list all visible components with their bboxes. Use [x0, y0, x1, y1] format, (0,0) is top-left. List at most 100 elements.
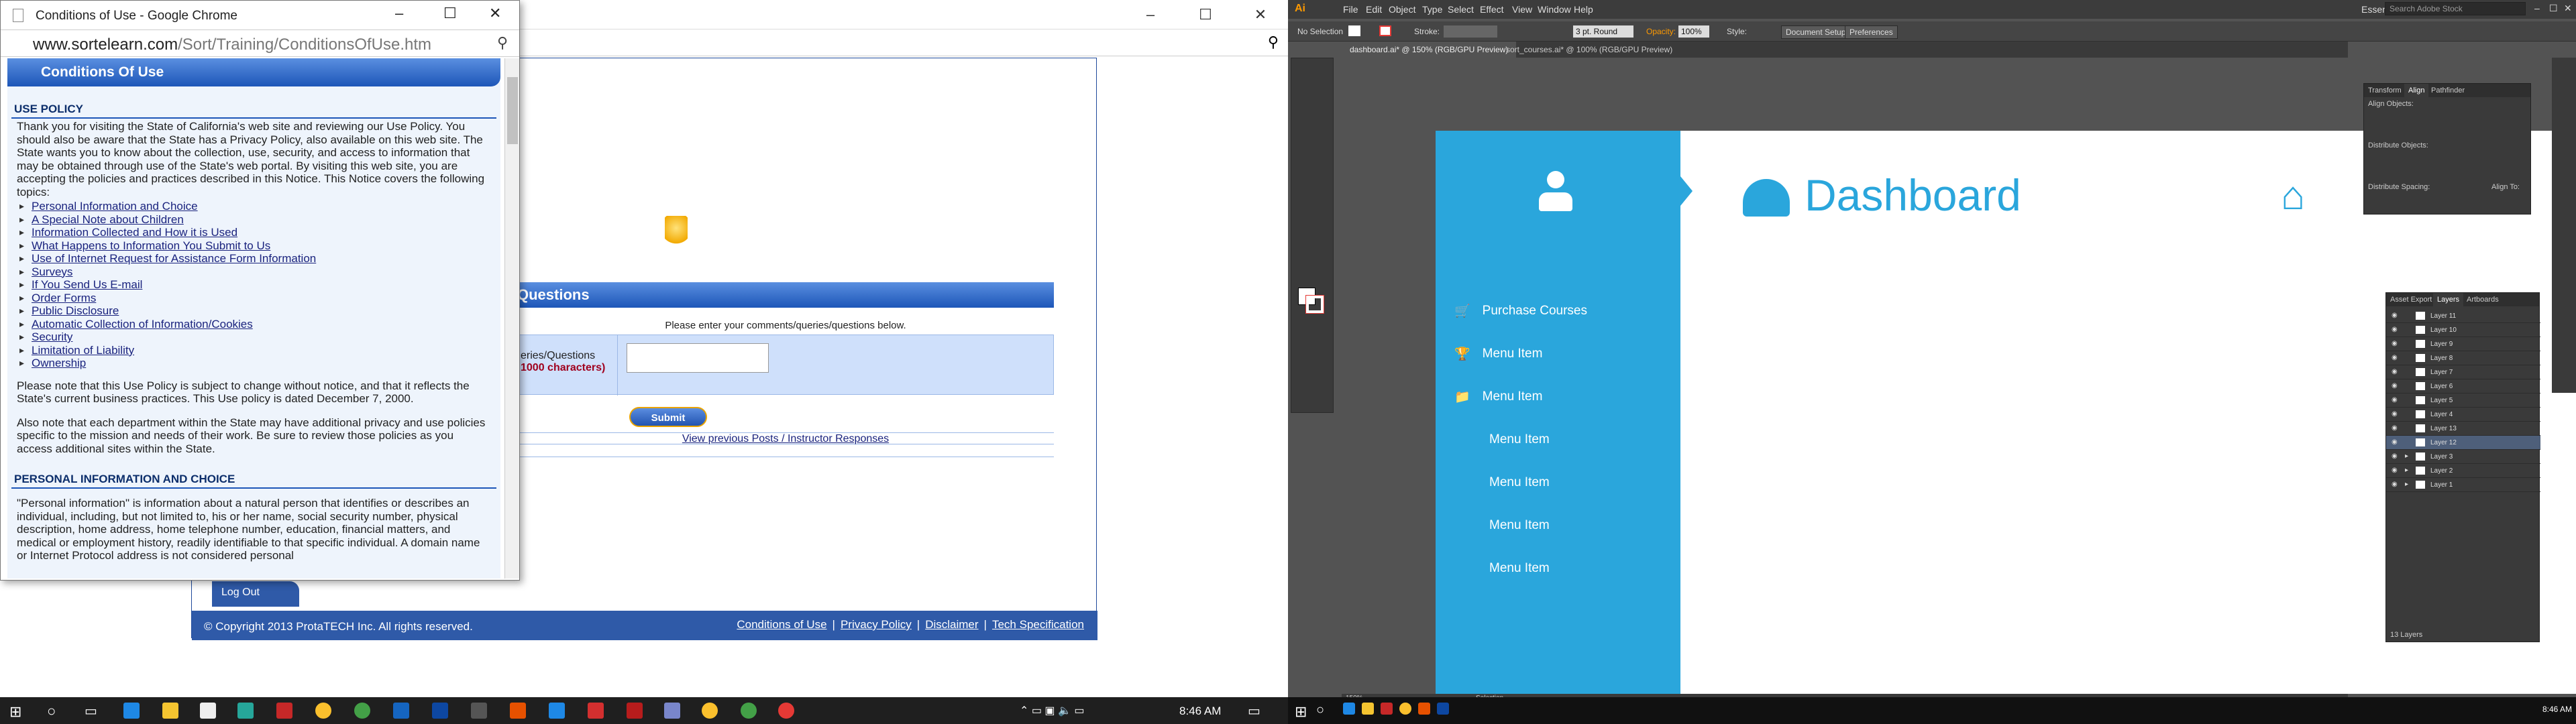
app-icon[interactable]: [588, 703, 604, 719]
menu-item[interactable]: Menu Item: [1489, 518, 1550, 533]
app-icon[interactable]: [237, 703, 254, 719]
topic-link[interactable]: Automatic Collection of Information/Cook…: [32, 318, 253, 330]
scrollbar-thumb[interactable]: [507, 77, 518, 144]
tab-asset-export[interactable]: Asset Export: [2390, 296, 2432, 304]
menu-effect[interactable]: Effect: [1480, 4, 1504, 15]
tab-align[interactable]: Align: [2404, 84, 2429, 97]
file-explorer-icon[interactable]: [1362, 703, 1374, 715]
app-icon[interactable]: [778, 703, 794, 719]
topic-link[interactable]: Order Forms: [32, 292, 96, 304]
layer-row[interactable]: ◉ Layer 9: [2386, 337, 2540, 351]
layer-row[interactable]: ◉ Layer 7: [2386, 365, 2540, 379]
windows-start-icon[interactable]: ⊞: [9, 703, 21, 721]
visibility-icon[interactable]: ◉: [2392, 354, 2398, 361]
topic-link[interactable]: Public Disclosure: [32, 304, 119, 317]
clock[interactable]: 8:46 AM: [1179, 705, 1221, 718]
layer-row[interactable]: ◉ Layer 11: [2386, 309, 2540, 323]
logout-button[interactable]: Log Out: [212, 581, 299, 607]
expand-icon[interactable]: ▸: [2405, 467, 2408, 474]
visibility-icon[interactable]: ◉: [2392, 452, 2398, 460]
menu-item[interactable]: Menu Item: [1489, 475, 1550, 490]
topic-link[interactable]: Ownership: [32, 357, 86, 369]
questions-textarea[interactable]: [627, 343, 769, 373]
document-setup-button[interactable]: Document Setup: [1781, 25, 1851, 39]
menu-item[interactable]: Menu Item: [1489, 432, 1550, 447]
terminal-icon[interactable]: [471, 703, 487, 719]
menu-edit[interactable]: Edit: [1366, 4, 1382, 15]
popup-address-bar[interactable]: www.sortelearn.com/Sort/Training/Conditi…: [1, 30, 519, 57]
footer-link-disclaimer[interactable]: Disclaimer: [925, 618, 978, 631]
edge-icon[interactable]: [1343, 703, 1355, 715]
search-icon[interactable]: ○: [47, 703, 56, 720]
topic-link[interactable]: Limitation of Liability: [32, 344, 134, 357]
file-explorer-icon[interactable]: [162, 703, 178, 719]
layer-row[interactable]: ◉ ▸ Layer 2: [2386, 464, 2540, 478]
stroke-profile[interactable]: 3 pt. Round: [1573, 25, 1633, 38]
list-item[interactable]: A Special Note about Children: [17, 213, 491, 227]
menu-view[interactable]: View: [1512, 4, 1532, 15]
tab-dashboard[interactable]: dashboard.ai* @ 150% (RGB/GPU Preview): [1342, 42, 1517, 58]
tab-transform[interactable]: Transform: [2368, 86, 2402, 95]
minimize-icon[interactable]: –: [395, 5, 403, 22]
layer-row-selected[interactable]: ◉ Layer 12: [2386, 436, 2540, 450]
visibility-icon[interactable]: ◉: [2392, 368, 2398, 375]
topic-link[interactable]: What Happens to Information You Submit t…: [32, 239, 270, 252]
list-item[interactable]: What Happens to Information You Submit t…: [17, 239, 491, 253]
list-item[interactable]: Ownership: [17, 357, 491, 370]
previous-posts-link[interactable]: View previous Posts / Instructor Respons…: [517, 432, 1054, 444]
visibility-icon[interactable]: ◉: [2392, 326, 2398, 333]
footer-link-tech-spec[interactable]: Tech Specification: [992, 618, 1084, 631]
windows-start-icon[interactable]: ⊞: [1295, 703, 1307, 721]
app-icon[interactable]: [741, 703, 757, 719]
layer-row[interactable]: ◉ Layer 10: [2386, 323, 2540, 337]
topic-link[interactable]: If You Send Us E-mail: [32, 278, 142, 291]
task-view-icon[interactable]: ▭: [85, 703, 97, 719]
list-item[interactable]: Security: [17, 330, 491, 344]
list-item[interactable]: Automatic Collection of Information/Cook…: [17, 318, 491, 331]
visibility-icon[interactable]: ◉: [2392, 467, 2398, 474]
illustrator-icon[interactable]: [1418, 703, 1430, 715]
tray-icons[interactable]: ⌃ ▭ ▣ 🔈 ▭: [1020, 704, 1084, 717]
menu-item[interactable]: Menu Item: [1489, 561, 1550, 576]
minimize-icon[interactable]: –: [2534, 3, 2540, 13]
visibility-icon[interactable]: ◉: [2392, 424, 2398, 432]
clock[interactable]: 8:46 AM: [2542, 705, 2572, 714]
tab-layers[interactable]: Layers: [2433, 293, 2464, 306]
maximize-icon[interactable]: ☐: [443, 5, 457, 22]
topic-link[interactable]: Personal Information and Choice: [32, 200, 198, 213]
chrome-icon[interactable]: [1399, 703, 1411, 715]
photoshop-icon[interactable]: [432, 703, 448, 719]
app-icon[interactable]: [549, 703, 565, 719]
visibility-icon[interactable]: ◉: [2392, 340, 2398, 347]
maximize-icon[interactable]: ☐: [2549, 3, 2558, 14]
layer-row[interactable]: ◉ Layer 6: [2386, 379, 2540, 394]
topic-link[interactable]: Security: [32, 330, 72, 343]
visibility-icon[interactable]: ◉: [2392, 438, 2398, 446]
visibility-icon[interactable]: ◉: [2392, 396, 2398, 404]
stock-search-input[interactable]: Search Adobe Stock: [2385, 2, 2526, 15]
outlook-icon[interactable]: [393, 703, 409, 719]
list-item[interactable]: Limitation of Liability: [17, 344, 491, 357]
maximize-icon[interactable]: ☐: [1178, 0, 1233, 29]
list-item[interactable]: Information Collected and How it is Used: [17, 226, 491, 239]
topic-link[interactable]: Information Collected and How it is Used: [32, 226, 237, 239]
preferences-button[interactable]: Preferences: [1845, 25, 1898, 39]
layer-row[interactable]: ◉ Layer 5: [2386, 394, 2540, 408]
close-icon[interactable]: ✕: [489, 5, 501, 22]
tab-sort-courses[interactable]: sort_courses.ai* @ 100% (RGB/GPU Preview…: [1506, 45, 1672, 54]
close-icon[interactable]: ✕: [2564, 3, 2572, 14]
edge-icon[interactable]: [123, 703, 140, 719]
expand-icon[interactable]: ▸: [2405, 452, 2408, 460]
layer-row[interactable]: ◉ ▸ Layer 3: [2386, 450, 2540, 464]
list-item[interactable]: If You Send Us E-mail: [17, 278, 491, 292]
notifications-icon[interactable]: ▭: [1248, 703, 1260, 719]
stroke-swatch[interactable]: [1379, 25, 1391, 36]
list-item[interactable]: Public Disclosure: [17, 304, 491, 318]
minimize-icon[interactable]: –: [1123, 0, 1178, 29]
menu-item[interactable]: 🏆 Menu Item: [1454, 346, 1542, 362]
footer-link-conditions[interactable]: Conditions of Use: [737, 618, 826, 631]
list-item[interactable]: Surveys: [17, 265, 491, 279]
app-icon[interactable]: [664, 703, 680, 719]
menu-object[interactable]: Object: [1389, 4, 1415, 15]
app-icon[interactable]: [627, 703, 643, 719]
